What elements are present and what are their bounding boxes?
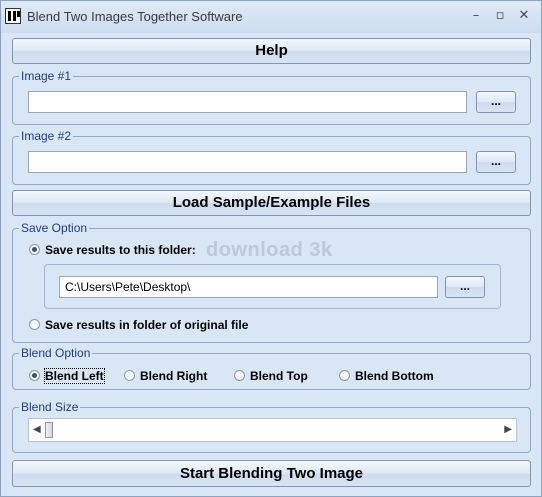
radio-unselected-icon <box>29 319 40 331</box>
maximize-icon[interactable]: ▫ <box>491 7 509 25</box>
app-icon <box>5 8 21 24</box>
folder-subgroup: C:\Users\Pete\Desktop\ ... <box>44 264 501 309</box>
blend-option-group: Blend Option Blend Left Blend Right Blen… <box>12 346 531 390</box>
image1-browse-button[interactable]: ... <box>476 91 516 113</box>
save-in-original-radio[interactable]: Save results in folder of original file <box>29 318 248 334</box>
help-button[interactable]: Help <box>12 38 531 64</box>
radio-unselected-icon <box>339 370 350 382</box>
image1-group: Image #1 ... <box>12 69 531 125</box>
window-title: Blend Two Images Together Software <box>27 9 243 24</box>
blend-left-radio[interactable]: Blend Left <box>29 368 105 385</box>
minimize-icon[interactable]: – <box>467 7 485 25</box>
download-watermark: download 3k <box>206 239 333 261</box>
blend-right-label: Blend Right <box>140 369 208 383</box>
radio-unselected-icon <box>234 370 245 382</box>
blend-bottom-radio[interactable]: Blend Bottom <box>339 369 434 385</box>
scroll-left-arrow-icon[interactable]: ◀ <box>33 424 41 435</box>
blend-left-label: Blend Left <box>44 368 105 384</box>
app-window: Blend Two Images Together Software – ▫ ✕… <box>0 0 542 497</box>
load-samples-button[interactable]: Load Sample/Example Files <box>12 190 531 216</box>
blend-size-group: Blend Size ◀ ▶ <box>12 400 531 453</box>
blend-right-radio[interactable]: Blend Right <box>124 369 207 385</box>
radio-selected-icon <box>29 370 40 382</box>
title-bar: Blend Two Images Together Software – ▫ ✕ <box>1 1 541 33</box>
radio-unselected-icon <box>124 370 135 382</box>
blend-size-scrollbar[interactable]: ◀ ▶ <box>28 418 517 442</box>
blend-option-legend: Blend Option <box>19 346 93 360</box>
image2-legend: Image #2 <box>19 129 74 143</box>
folder-browse-button[interactable]: ... <box>445 276 485 298</box>
output-folder-input[interactable]: C:\Users\Pete\Desktop\ <box>59 276 438 298</box>
blend-bottom-label: Blend Bottom <box>355 369 434 383</box>
blend-top-label: Blend Top <box>250 369 308 383</box>
blend-top-radio[interactable]: Blend Top <box>234 369 308 385</box>
save-in-original-label: Save results in folder of original file <box>45 318 249 332</box>
radio-selected-icon <box>29 244 40 256</box>
scroll-right-arrow-icon[interactable]: ▶ <box>504 424 512 435</box>
client-area: Help Image #1 ... Image #2 ... Load Samp… <box>1 33 541 496</box>
start-blending-button[interactable]: Start Blending Two Image <box>12 460 531 487</box>
save-to-folder-radio[interactable]: Save results to this folder: <box>29 243 196 259</box>
image2-group: Image #2 ... <box>12 129 531 185</box>
save-option-legend: Save Option <box>19 221 90 235</box>
blend-size-legend: Blend Size <box>19 400 81 414</box>
image1-legend: Image #1 <box>19 69 74 83</box>
image2-path-input[interactable] <box>28 151 467 173</box>
image2-browse-button[interactable]: ... <box>476 151 516 173</box>
image1-path-input[interactable] <box>28 91 467 113</box>
scroll-thumb[interactable] <box>45 422 53 438</box>
save-to-folder-label: Save results to this folder: <box>45 243 196 257</box>
close-icon[interactable]: ✕ <box>515 7 533 25</box>
